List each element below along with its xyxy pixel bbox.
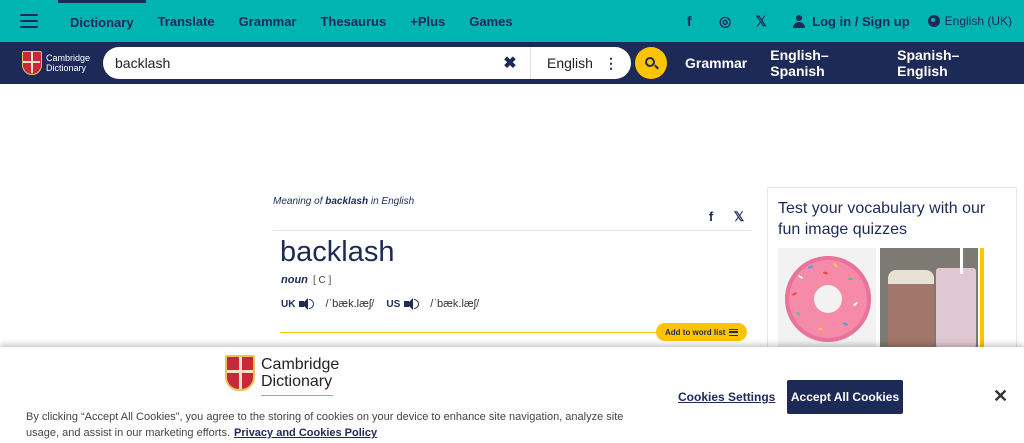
donut-image[interactable] [778,248,876,348]
language-selector[interactable]: English (UK) [927,14,1024,28]
top-right-actions: f ◎ 𝕏 Log in / Sign up English (UK) [671,0,1024,42]
quiz-promo[interactable]: Test your vocabulary with our fun image … [767,187,1017,357]
share-buttons: f 𝕏 [697,209,753,225]
share-x-icon[interactable]: 𝕏 [725,209,753,225]
nav-games[interactable]: Games [457,0,524,42]
quiz-title: Test your vocabulary with our fun image … [778,200,986,238]
search-box: backlash ✖ English ⋮ [103,47,631,79]
nav-grammar[interactable]: Grammar [227,0,309,42]
nav-thesaurus[interactable]: Thesaurus [308,0,398,42]
quick-links: Grammar English–Spanish Spanish–English [685,42,1024,84]
menu-button[interactable] [0,0,58,42]
dictionary-selector[interactable]: English [531,55,601,71]
cookie-banner: Cambridge Dictionary By clicking “Accept… [0,347,1024,443]
share-facebook-icon[interactable]: f [697,209,725,225]
us-label: US [386,298,401,310]
us-audio-icon[interactable] [404,298,420,310]
logo-text-line2: Dictionary [46,63,87,73]
search-icon [645,57,655,67]
site-logo[interactable]: Cambridge Dictionary [22,51,90,75]
more-options-icon[interactable]: ⋮ [601,55,621,72]
nav-translate[interactable]: Translate [146,0,227,42]
cambridge-shield-icon [22,51,42,75]
hamburger-icon [20,14,38,28]
user-icon [793,14,806,28]
clear-icon[interactable]: ✖ [498,53,522,73]
login-link[interactable]: Log in / Sign up [779,14,927,29]
facebook-icon[interactable]: f [671,0,707,42]
cookie-banner-logo: Cambridge Dictionary [225,355,340,396]
close-icon[interactable]: ✕ [993,386,1008,407]
cookie-logo-line2: Dictionary [261,373,333,390]
meaning-word: backlash [325,196,369,207]
x-icon[interactable]: 𝕏 [743,0,779,42]
logo-underline [261,395,333,396]
meaning-caption: Meaning of backlash in English [273,196,414,207]
nav-dictionary[interactable]: Dictionary [58,0,146,42]
nav-plus[interactable]: +Plus [398,0,457,42]
cookie-text: By clicking “Accept All Cookies”, you ag… [26,409,626,441]
globe-icon [927,15,940,27]
quicklink-grammar[interactable]: Grammar [685,55,747,71]
part-of-speech: noun [ C ] [281,274,331,286]
milkshake-image[interactable] [880,248,978,348]
cookie-logo-line1: Cambridge [261,356,340,373]
privacy-policy-link[interactable]: Privacy and Cookies Policy [234,427,377,439]
login-label: Log in / Sign up [812,13,910,29]
meaning-suffix: in English [368,196,415,207]
pronunciation: UK /ˈbæk.læʃ/ US /ˈbæk.læʃ/ [281,298,491,310]
divider [273,230,751,231]
cookies-settings-button[interactable]: Cookies Settings [678,390,775,404]
main-nav: Dictionary Translate Grammar Thesaurus +… [58,0,525,42]
list-icon [729,328,739,336]
search-bar: Cambridge Dictionary backlash ✖ English … [0,42,1024,84]
top-nav-bar: Dictionary Translate Grammar Thesaurus +… [0,0,1024,42]
uk-audio-icon[interactable] [299,298,315,310]
quicklink-spanish-english[interactable]: Spanish–English [897,47,1001,79]
accept-all-cookies-button[interactable]: Accept All Cookies [787,380,903,414]
grammar-code: [ C ] [312,275,332,286]
search-input[interactable]: backlash [103,55,498,71]
sense-divider [280,332,656,333]
us-ipa: /ˈbæk.læʃ/ [430,298,480,310]
quiz-accent-bar [980,248,984,348]
cambridge-shield-icon [225,355,255,391]
language-label: English (UK) [944,14,1012,28]
uk-label: UK [281,298,296,310]
logo-text-line1: Cambridge [46,53,91,63]
quicklink-english-spanish[interactable]: English–Spanish [770,47,874,79]
headword: backlash [280,236,395,268]
add-to-word-list-button[interactable]: Add to word list [656,323,748,341]
uk-ipa: /ˈbæk.læʃ/ [325,298,375,310]
pos-label: noun [281,274,308,286]
instagram-icon[interactable]: ◎ [707,0,743,42]
search-button[interactable] [635,47,667,79]
add-to-word-list-label: Add to word list [665,327,726,337]
quiz-images [778,248,978,348]
meaning-prefix: Meaning of [273,196,326,207]
